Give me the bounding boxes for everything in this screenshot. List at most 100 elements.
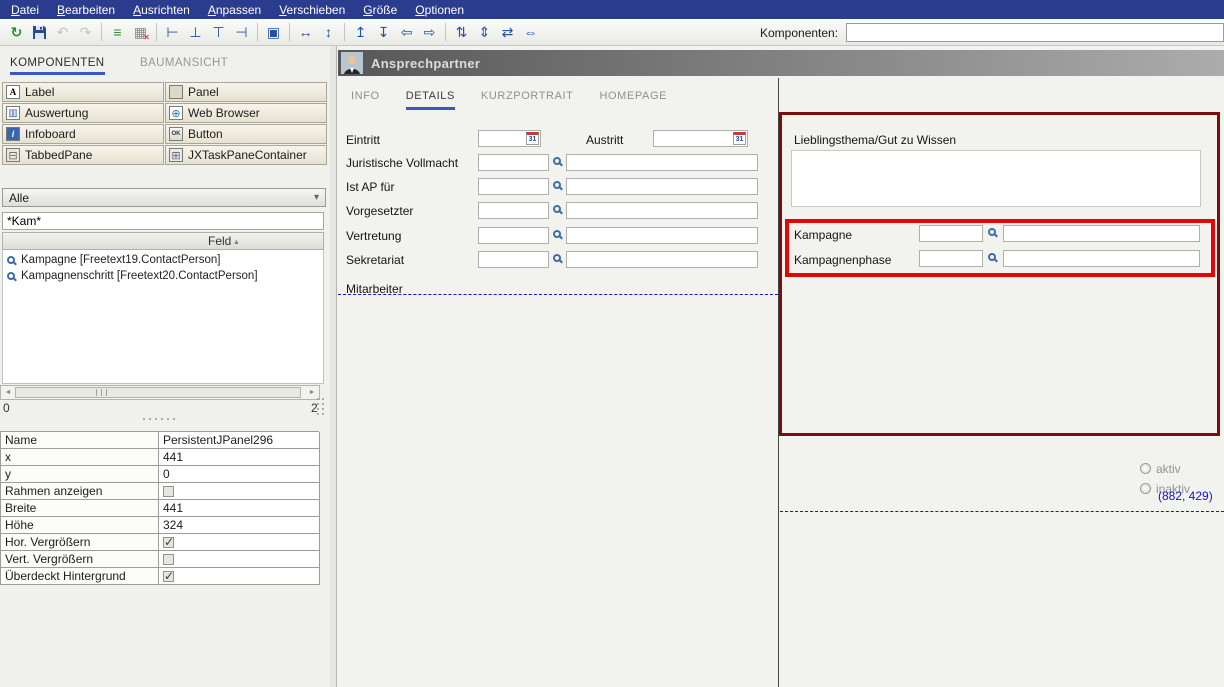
magnifier-icon[interactable] xyxy=(553,205,561,213)
refresh-icon[interactable]: ↻ xyxy=(5,22,28,43)
preview-icon[interactable]: ▣ xyxy=(262,22,285,43)
property-value-x[interactable]: 441 xyxy=(159,449,320,466)
tab-kurzportrait[interactable]: KURZPORTRAIT xyxy=(481,90,574,110)
property-label: y xyxy=(1,466,159,483)
magnifier-icon[interactable] xyxy=(553,254,561,262)
tab-info[interactable]: INFO xyxy=(351,90,380,110)
label-icon: A xyxy=(6,85,20,99)
toolbar: ↻ ↶ ↷ ≡ ▦✕ ⊢ ⊥ ⊤ ⊣ ▣ ↔ ↕ ↥ ↧ ⇦ ⇨ ⇅ ⇕ ⇄ ⇔… xyxy=(0,19,1224,46)
tab-homepage[interactable]: HOMEPAGE xyxy=(599,90,667,110)
lieblingsthema-textarea[interactable] xyxy=(791,150,1201,207)
calendar-icon[interactable]: 31 xyxy=(526,132,539,145)
space-vertical-equal-icon[interactable]: ⇕ xyxy=(473,22,496,43)
field-search-input[interactable] xyxy=(2,212,324,230)
space-horizontal-equal-icon[interactable]: ⇔ xyxy=(519,22,542,43)
ueberdeckt-hintergrund-checkbox[interactable] xyxy=(163,571,174,582)
menu-optionen[interactable]: Optionen xyxy=(406,3,473,17)
juristische-vollmacht-key-input[interactable] xyxy=(478,154,549,171)
magnifier-icon[interactable] xyxy=(553,230,561,238)
palette-auswertung-button[interactable]: ▥Auswertung xyxy=(2,103,164,123)
magnifier-icon[interactable] xyxy=(988,228,996,236)
tab-details[interactable]: DETAILS xyxy=(406,90,455,110)
ist-ap-fuer-text-input[interactable] xyxy=(566,178,758,195)
align-left-icon[interactable]: ⊢ xyxy=(161,22,184,43)
menu-ausrichten[interactable]: Ausrichten xyxy=(124,3,199,17)
inaktiv-radio[interactable] xyxy=(1140,483,1151,494)
field-column-header[interactable]: Feld ▴ xyxy=(2,232,324,250)
palette-tabbedpane-button[interactable]: ⊟TabbedPane xyxy=(2,145,164,165)
magnifier-icon[interactable] xyxy=(553,157,561,165)
austritt-date-input[interactable]: 31 xyxy=(653,130,748,147)
palette-button-button[interactable]: OKButton xyxy=(165,124,327,144)
palette-infoboard-button[interactable]: iInfoboard xyxy=(2,124,164,144)
scroll-left-icon[interactable]: ◄ xyxy=(1,386,15,399)
kampagnenphase-key-input[interactable] xyxy=(919,250,983,267)
palette-webbrowser-button[interactable]: ⊕Web Browser xyxy=(165,103,327,123)
eintritt-date-input[interactable]: 31 xyxy=(478,130,541,147)
palette-label-text: Label xyxy=(25,85,54,99)
hor-vergroessern-checkbox[interactable] xyxy=(163,537,174,548)
menu-verschieben[interactable]: Verschieben xyxy=(270,3,354,17)
rahmen-anzeigen-checkbox[interactable] xyxy=(163,486,174,497)
aktiv-radio[interactable] xyxy=(1140,463,1151,474)
property-value-y[interactable]: 0 xyxy=(159,466,320,483)
menu-groesse[interactable]: Größe xyxy=(354,3,406,17)
palette-label-button[interactable]: A Label xyxy=(2,82,164,102)
sekretariat-text-input[interactable] xyxy=(566,251,758,268)
tab-baumansicht[interactable]: BAUMANSICHT xyxy=(140,57,228,69)
space-vertical-icon[interactable]: ⇅ xyxy=(450,22,473,43)
vorgesetzter-text-input[interactable] xyxy=(566,202,758,219)
save-icon[interactable] xyxy=(28,22,51,43)
align-top-icon[interactable]: ⊤ xyxy=(207,22,230,43)
form-title: Ansprechpartner xyxy=(371,56,480,71)
scrollbar-thumb[interactable] xyxy=(15,387,301,398)
property-value-name[interactable]: PersistentJPanel296 xyxy=(159,432,320,449)
space-horizontal-icon[interactable]: ⇄ xyxy=(496,22,519,43)
delete-field-icon[interactable]: ▦✕ xyxy=(129,22,152,43)
magnifier-icon[interactable] xyxy=(988,253,996,261)
field-list-item[interactable]: Kampagne [Freetext19.ContactPerson] xyxy=(3,252,323,268)
undo-icon[interactable]: ↶ xyxy=(51,22,74,43)
kampagne-label: Kampagne xyxy=(794,228,852,242)
palette-label-text: Infoboard xyxy=(25,127,76,141)
bring-to-front-icon[interactable]: ↥ xyxy=(349,22,372,43)
send-to-back-icon[interactable]: ↧ xyxy=(372,22,395,43)
ist-ap-fuer-key-input[interactable] xyxy=(478,178,549,195)
vert-vergroessern-checkbox[interactable] xyxy=(163,554,174,565)
palette-taskpane-button[interactable]: ⊞JXTaskPaneContainer xyxy=(165,145,327,165)
align-bottom-icon[interactable]: ⊥ xyxy=(184,22,207,43)
kampagne-key-input[interactable] xyxy=(919,225,983,242)
menu-datei[interactable]: Datei xyxy=(2,3,48,17)
match-width-icon[interactable]: ↔ xyxy=(294,22,317,43)
vertretung-text-input[interactable] xyxy=(566,227,758,244)
field-filter-dropdown[interactable]: Alle ▾ xyxy=(2,188,326,207)
menu-anpassen[interactable]: Anpassen xyxy=(199,3,270,17)
komponenten-input[interactable] xyxy=(846,23,1224,42)
avatar xyxy=(341,52,363,74)
mitarbeiter-label: Mitarbeiter xyxy=(346,282,403,296)
horizontal-scrollbar[interactable]: ◄ ► xyxy=(0,385,320,400)
align-right-icon[interactable]: ⊣ xyxy=(230,22,253,43)
field-list-item[interactable]: Kampagnenschritt [Freetext20.ContactPers… xyxy=(3,268,323,284)
vorgesetzter-key-input[interactable] xyxy=(478,202,549,219)
tab-komponenten[interactable]: KOMPONENTEN xyxy=(10,57,105,75)
match-height-icon[interactable]: ↕ xyxy=(317,22,340,43)
juristische-vollmacht-text-input[interactable] xyxy=(566,154,758,171)
field-list-icon[interactable]: ≡ xyxy=(106,22,129,43)
menu-bearbeiten[interactable]: Bearbeiten xyxy=(48,3,124,17)
sekretariat-key-input[interactable] xyxy=(478,251,549,268)
redo-icon[interactable]: ↷ xyxy=(74,22,97,43)
calendar-icon[interactable]: 31 xyxy=(733,132,746,145)
vertretung-key-input[interactable] xyxy=(478,227,549,244)
property-value-hoehe[interactable]: 324 xyxy=(159,517,320,534)
magnifier-icon[interactable] xyxy=(553,181,561,189)
splitter-handle-horizontal[interactable] xyxy=(143,418,175,420)
vertretung-label: Vertretung xyxy=(346,229,401,243)
splitter-handle-vertical[interactable] xyxy=(317,398,324,415)
palette-panel-button[interactable]: Panel xyxy=(165,82,327,102)
move-left-icon[interactable]: ⇦ xyxy=(395,22,418,43)
move-right-icon[interactable]: ⇨ xyxy=(418,22,441,43)
kampagnenphase-text-input[interactable] xyxy=(1003,250,1200,267)
kampagne-text-input[interactable] xyxy=(1003,225,1200,242)
property-value-breite[interactable]: 441 xyxy=(159,500,320,517)
